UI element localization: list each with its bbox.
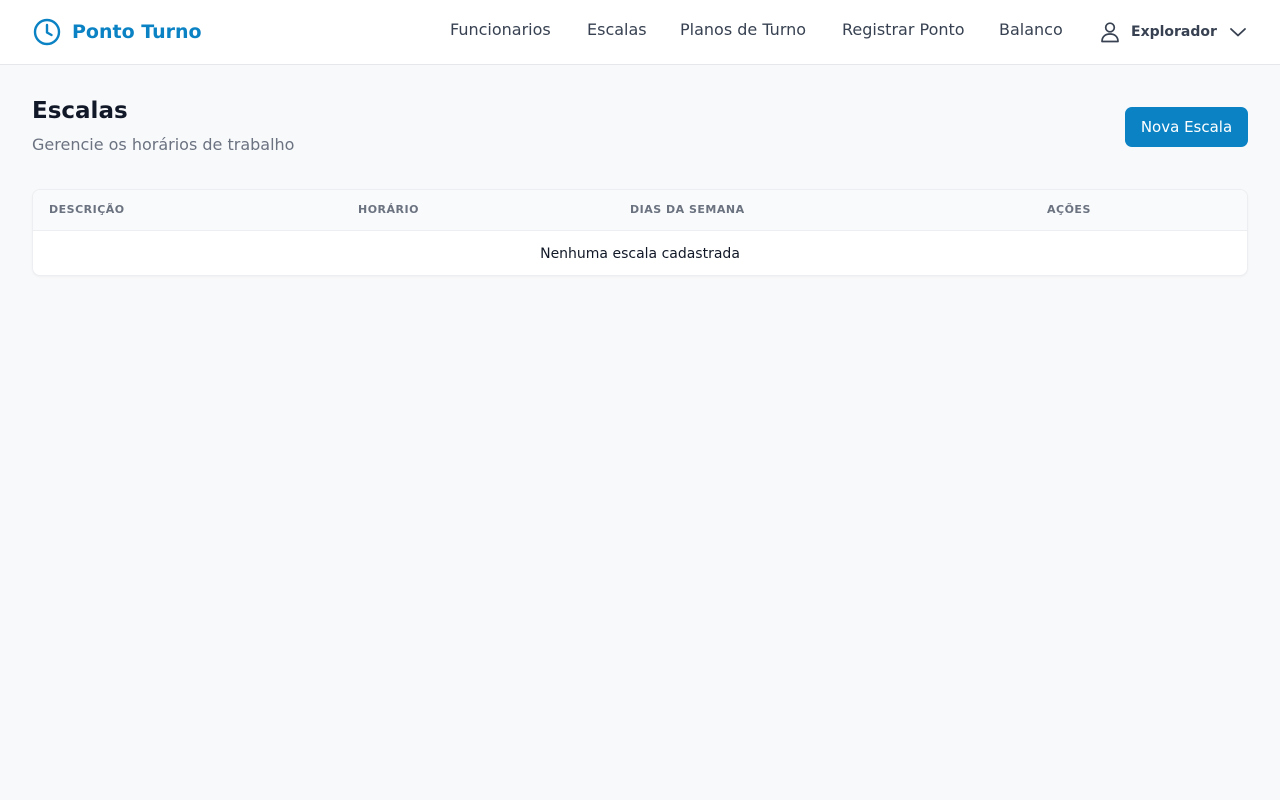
column-header-dias-da-semana: DIAS DA SEMANA — [630, 203, 745, 216]
column-header-horario: HORÁRIO — [358, 203, 419, 216]
chevron-down-icon[interactable] — [1217, 26, 1247, 38]
table-empty-row: Nenhuma escala cadastrada — [33, 231, 1247, 275]
nav-item-planos-de-turno[interactable]: Planos de Turno — [680, 20, 806, 39]
schedules-table: DESCRIÇÃO HORÁRIO DIAS DA SEMANA AÇÕES N… — [32, 189, 1248, 276]
brand-logo[interactable]: Ponto Turno — [33, 17, 202, 47]
empty-state-message: Nenhuma escala cadastrada — [540, 245, 740, 262]
table-header: DESCRIÇÃO HORÁRIO DIAS DA SEMANA AÇÕES — [33, 190, 1247, 231]
new-schedule-button[interactable]: Nova Escala — [1125, 107, 1248, 147]
top-navbar: Ponto Turno Funcionarios Escalas Planos … — [0, 0, 1280, 65]
nav-item-balanco[interactable]: Balanco — [999, 20, 1063, 39]
nav-item-escalas[interactable]: Escalas — [587, 20, 647, 39]
column-header-descricao: DESCRIÇÃO — [49, 203, 125, 216]
user-icon — [1100, 21, 1120, 43]
nav-item-funcionarios[interactable]: Funcionarios — [450, 20, 551, 39]
nav-item-registrar-ponto[interactable]: Registrar Ponto — [842, 20, 965, 39]
clock-icon — [33, 18, 61, 46]
user-name: Explorador — [1131, 24, 1217, 40]
page-subtitle: Gerencie os horários de trabalho — [32, 135, 295, 154]
column-header-acoes: AÇÕES — [1047, 203, 1091, 216]
brand-name: Ponto Turno — [72, 21, 202, 43]
page-title: Escalas — [32, 98, 128, 124]
user-menu[interactable]: Explorador — [1100, 20, 1247, 44]
